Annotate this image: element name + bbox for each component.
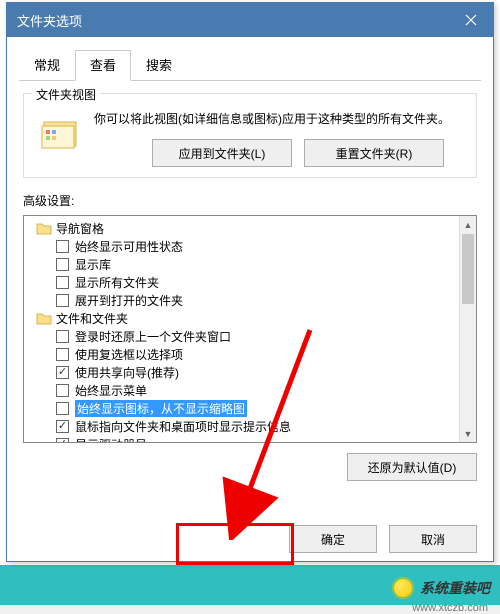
tree-item-restore-previous[interactable]: 登录时还原上一个文件夹窗口 <box>28 327 476 345</box>
group-description: 你可以将此视图(如详细信息或图标)应用于这种类型的所有文件夹。 <box>94 108 450 129</box>
advanced-settings-tree[interactable]: 导航窗格 始终显示可用性状态 显示库 显示所有文件夹 展开到打开的文件夹 文件和… <box>23 215 477 443</box>
tab-general[interactable]: 常规 <box>19 50 75 81</box>
advanced-settings-label: 高级设置: <box>23 192 477 209</box>
close-icon <box>465 14 477 26</box>
tree-group-files-folders: 文件和文件夹 <box>28 309 476 327</box>
tab-strip: 常规 查看 搜索 <box>19 49 481 81</box>
tree-item-hover-tooltip[interactable]: 鼠标指向文件夹和桌面项时显示提示信息 <box>28 417 476 435</box>
checkbox[interactable] <box>56 366 69 379</box>
checkbox[interactable] <box>56 438 69 444</box>
cancel-button[interactable]: 取消 <box>389 525 477 553</box>
checkbox[interactable] <box>56 402 69 415</box>
watermark-text: 系统重装吧 <box>420 578 490 598</box>
tree-item-expand-to-open[interactable]: 展开到打开的文件夹 <box>28 291 476 309</box>
watermark: 系统重装吧 <box>392 577 490 599</box>
tree-item-show-drive-letters[interactable]: 显示驱动器号 <box>28 435 476 443</box>
folder-options-dialog: 文件夹选项 常规 查看 搜索 文件夹视图 <box>6 2 494 562</box>
watermark-icon <box>392 577 414 599</box>
restore-defaults-button[interactable]: 还原为默认值(D) <box>347 453 477 481</box>
checkbox[interactable] <box>56 348 69 361</box>
tree-item-always-show-icons[interactable]: 始终显示图标，从不显示缩略图 <box>28 399 476 417</box>
titlebar: 文件夹选项 <box>7 3 493 37</box>
checkbox[interactable] <box>56 330 69 343</box>
watermark-url: www.xtczb.com <box>412 602 488 614</box>
checkbox[interactable] <box>56 240 69 253</box>
folder-icon <box>36 311 52 325</box>
scroll-thumb[interactable] <box>462 234 474 304</box>
checkbox[interactable] <box>56 420 69 433</box>
checkbox[interactable] <box>56 294 69 307</box>
reset-folders-button[interactable]: 重置文件夹(R) <box>304 139 444 167</box>
tree-group-nav-pane: 导航窗格 <box>28 219 476 237</box>
tree-item-show-libraries[interactable]: 显示库 <box>28 255 476 273</box>
dialog-title: 文件夹选项 <box>17 11 82 30</box>
tree-item-show-availability[interactable]: 始终显示可用性状态 <box>28 237 476 255</box>
checkbox[interactable] <box>56 258 69 271</box>
folder-view-group: 文件夹视图 你可以将此视图(如详细信息或图标)应用于这种类型的所有文件夹。 应用… <box>23 93 477 178</box>
apply-to-folders-button[interactable]: 应用到文件夹(L) <box>152 139 292 167</box>
tree-item-use-checkboxes[interactable]: 使用复选框以选择项 <box>28 345 476 363</box>
tree-scrollbar[interactable]: ▲ ▼ <box>459 216 476 442</box>
tree-item-use-sharing-wizard[interactable]: 使用共享向导(推荐) <box>28 363 476 381</box>
scroll-down-button[interactable]: ▼ <box>460 425 476 442</box>
checkbox[interactable] <box>56 384 69 397</box>
group-label: 文件夹视图 <box>32 86 100 103</box>
tab-view[interactable]: 查看 <box>75 50 131 81</box>
scroll-up-button[interactable]: ▲ <box>460 216 476 233</box>
close-button[interactable] <box>449 3 493 37</box>
tree-item-show-all-folders[interactable]: 显示所有文件夹 <box>28 273 476 291</box>
tree-item-always-show-menus[interactable]: 始终显示菜单 <box>28 381 476 399</box>
folder-view-icon <box>40 114 82 150</box>
tab-search[interactable]: 搜索 <box>131 50 187 81</box>
folder-icon <box>36 221 52 235</box>
checkbox[interactable] <box>56 276 69 289</box>
ok-button[interactable]: 确定 <box>289 525 377 553</box>
